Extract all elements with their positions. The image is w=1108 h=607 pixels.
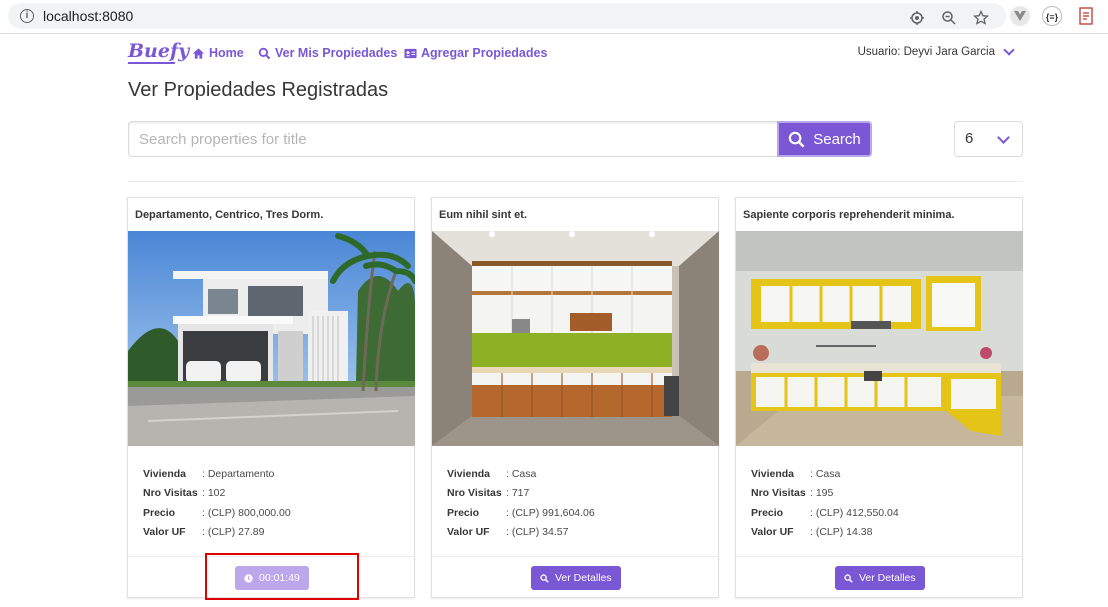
nav-home[interactable]: Home <box>192 46 244 60</box>
property-info: Vivienda: Departamento Nro Visitas: 102 … <box>143 468 291 545</box>
annotation-highlight-box <box>205 553 359 600</box>
property-info: Vivienda: Casa Nro Visitas: 717 Precio: … <box>447 468 595 545</box>
star-icon[interactable] <box>972 9 990 26</box>
property-card: Eum nihil sint et. Vivienda: Casa Nro Vi <box>431 197 719 598</box>
info-row-precio: Precio: (CLP) 991,604.06 <box>447 506 595 519</box>
nav-ver-mis-propiedades-label: Ver Mis Propiedades <box>275 46 398 60</box>
property-info: Vivienda: Casa Nro Visitas: 195 Precio: … <box>751 468 899 545</box>
property-image <box>736 231 1023 446</box>
property-image <box>432 231 719 446</box>
chevron-down-icon <box>997 131 1010 144</box>
user-name: Usuario: Deyvi Jara Garcia <box>857 46 995 58</box>
info-row-vivienda: Vivienda: Casa <box>447 468 537 480</box>
info-row-uf: Valor UF: (CLP) 14.38 <box>751 525 873 538</box>
zoom-out-icon[interactable] <box>941 10 957 26</box>
card-title: Departamento, Centrico, Tres Dorm. <box>135 209 324 221</box>
divider <box>128 181 1023 182</box>
info-row-precio: Precio: (CLP) 412,550.04 <box>751 506 899 519</box>
brand-logo[interactable]: Buefy <box>128 40 189 62</box>
page-title: Ver Propiedades Registradas <box>128 79 389 101</box>
nav-ver-mis-propiedades[interactable]: Ver Mis Propiedades <box>258 46 397 60</box>
info-row-visitas: Nro Visitas: 102 <box>143 487 226 500</box>
property-card: Departamento, Centrico, Tres Dorm. Vivie… <box>127 197 415 598</box>
ver-detalles-button[interactable]: Ver Detalles <box>835 566 925 590</box>
nav-agregar-propiedades[interactable]: Agregar Propiedades <box>404 46 547 60</box>
info-row-precio: Precio: (CLP) 800,000.00 <box>143 506 291 519</box>
nav-agregar-propiedades-label: Agregar Propiedades <box>421 46 548 60</box>
property-image <box>128 231 415 446</box>
info-row-visitas: Nro Visitas: 717 <box>447 487 530 500</box>
per-page-select[interactable]: 6 <box>954 121 1023 157</box>
property-card: Sapiente corporis reprehenderit minima. <box>735 197 1023 598</box>
logo-underline <box>127 62 176 64</box>
document-icon[interactable] <box>1076 6 1096 26</box>
id-card-icon <box>404 48 417 58</box>
json-viewer-icon[interactable]: {≡} <box>1042 6 1062 26</box>
search-icon <box>789 131 805 147</box>
search-icon <box>844 573 853 583</box>
location-icon[interactable] <box>909 10 925 26</box>
navbar: Buefy Home Ver Mis Propiedades Agregar P… <box>0 34 1108 74</box>
info-row-uf: Valor UF: (CLP) 27.89 <box>143 525 265 538</box>
home-icon <box>192 47 205 59</box>
search-input[interactable] <box>128 121 778 157</box>
info-row-uf: Valor UF: (CLP) 34.57 <box>447 525 569 538</box>
ver-detalles-button[interactable]: Ver Detalles <box>531 566 621 590</box>
ver-detalles-label: Ver Detalles <box>859 572 916 584</box>
url-text[interactable]: localhost:8080 <box>43 8 133 24</box>
info-row-visitas: Nro Visitas: 195 <box>751 487 834 500</box>
card-footer-divider <box>432 556 719 557</box>
chevron-down-icon <box>1003 44 1015 56</box>
search-icon <box>258 47 271 59</box>
ver-detalles-label: Ver Detalles <box>555 572 612 584</box>
info-row-vivienda: Vivienda: Departamento <box>143 468 275 480</box>
info-row-vivienda: Vivienda: Casa <box>751 468 841 480</box>
user-menu[interactable]: Usuario: Deyvi Jara Garcia <box>857 44 1015 58</box>
info-icon[interactable]: i <box>20 9 34 23</box>
card-title: Eum nihil sint et. <box>439 209 528 221</box>
nav-home-label: Home <box>209 46 244 60</box>
search-button-label: Search <box>813 130 861 148</box>
card-title: Sapiente corporis reprehenderit minima. <box>743 209 955 221</box>
vue-devtools-icon[interactable] <box>1010 6 1030 26</box>
search-button[interactable]: Search <box>777 121 872 157</box>
per-page-value: 6 <box>965 130 974 147</box>
browser-toolbar: i localhost:8080 {≡} <box>0 0 1108 34</box>
address-bar[interactable]: i localhost:8080 <box>8 3 1006 29</box>
card-footer-divider <box>736 556 1023 557</box>
search-icon <box>540 573 549 583</box>
